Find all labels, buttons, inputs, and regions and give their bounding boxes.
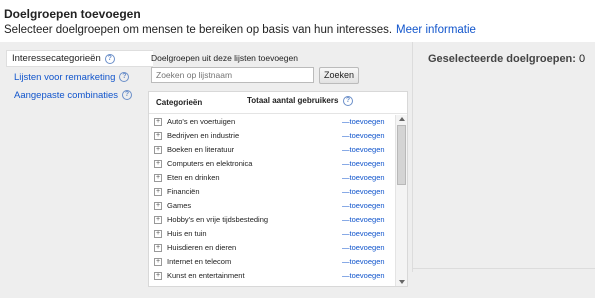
expand-icon[interactable]: + [154,230,162,238]
add-link[interactable]: —toevoegen [342,201,385,210]
category-label: Auto's en voertuigen [167,117,236,126]
page-title: Doelgroepen toevoegen [4,7,141,21]
expand-icon[interactable]: + [154,118,162,126]
expand-icon[interactable]: + [154,244,162,252]
more-info-link[interactable]: Meer informatie [396,24,476,36]
expand-icon[interactable]: + [154,146,162,154]
category-label: Computers en elektronica [167,159,253,168]
column-header-total-users: Totaal aantal gebruikers [247,96,339,105]
list-header: Categorieën Totaal aantal gebruikers ? [149,92,407,114]
list-item: + Computers en elektronica —toevoegen [149,157,395,171]
list-item: + Bedrijven en industrie —toevoegen [149,129,395,143]
category-label: Kunst en entertainment [167,271,245,280]
category-list-panel: Categorieën Totaal aantal gebruikers ? +… [148,91,408,287]
header: Doelgroepen toevoegen Selecteer doelgroe… [0,0,595,42]
nav-item-remarketing-lists[interactable]: Lijsten voor remarketing ? [6,69,152,85]
subtitle-text: Selecteer doelgroepen om mensen te berei… [4,24,393,36]
expand-icon[interactable]: + [154,216,162,224]
add-link[interactable]: —toevoegen [342,257,385,266]
category-label: Games [167,201,192,210]
category-label: Eten en drinken [167,173,220,182]
add-link[interactable]: —toevoegen [342,243,385,252]
add-link[interactable]: —toevoegen [342,117,385,126]
category-label: Hobby's en vrije tijdsbesteding [167,215,269,224]
expand-icon[interactable]: + [154,258,162,266]
help-icon[interactable]: ? [122,90,133,100]
search-input[interactable] [151,67,314,83]
list-item: + Games —toevoegen [149,199,395,213]
expand-icon[interactable]: + [154,160,162,168]
add-link[interactable]: —toevoegen [342,215,385,224]
list-item: + Huis en tuin —toevoegen [149,227,395,241]
search-button[interactable]: Zoeken [319,67,359,84]
category-label: Boeken en literatuur [167,145,235,154]
section-divider [412,268,595,269]
category-label: Huis en tuin [167,229,207,238]
category-label: Financiën [167,187,200,196]
add-link[interactable]: —toevoegen [342,271,385,280]
expand-icon[interactable]: + [154,132,162,140]
scrollbar-thumb[interactable] [397,125,406,185]
expand-icon[interactable]: + [154,272,162,280]
scroll-up-icon[interactable] [399,117,405,121]
nav-item-custom-combinations[interactable]: Aangepaste combinaties ? [6,87,152,103]
list-scrollbar[interactable] [395,115,407,286]
expand-icon[interactable]: + [154,174,162,182]
list-item: + Eten en drinken —toevoegen [149,171,395,185]
nav-item-label: Interessecategorieën [12,53,101,64]
scroll-down-icon[interactable] [399,280,405,284]
help-icon[interactable]: ? [104,53,115,64]
list-item: + Financiën —toevoegen [149,185,395,199]
expand-icon[interactable]: + [154,188,162,196]
nav-item-label: Lijsten voor remarketing [14,71,116,83]
category-nav: Interessecategorieën ? Lijsten voor rema… [6,50,153,105]
category-label: Internet en telecom [167,257,232,266]
list-item: + Internet en telecom —toevoegen [149,255,395,269]
expand-icon[interactable]: + [154,202,162,210]
add-link[interactable]: —toevoegen [342,187,385,196]
list-item: + Auto's en voertuigen —toevoegen [149,115,395,129]
panel-label: Doelgroepen uit deze lijsten toevoegen [151,53,298,63]
add-link[interactable]: —toevoegen [342,131,385,140]
help-icon[interactable]: ? [119,72,130,82]
selected-audiences-heading: Geselecteerde doelgroepen: 0 [428,53,585,65]
selected-audiences-count: 0 [579,53,586,65]
help-icon[interactable]: ? [343,96,353,106]
list-item: + Huisdieren en dieren —toevoegen [149,241,395,255]
column-header-categories: Categorieën [156,98,203,107]
column-divider [412,42,413,272]
category-label: Bedrijven en industrie [167,131,240,140]
nav-item-label: Aangepaste combinaties [14,89,119,101]
add-link[interactable]: —toevoegen [342,229,385,238]
nav-item-interest-categories[interactable]: Interessecategorieën ? [6,50,153,67]
list-item: + Boeken en literatuur —toevoegen [149,143,395,157]
page-subtitle: Selecteer doelgroepen om mensen te berei… [4,24,476,36]
add-link[interactable]: —toevoegen [342,145,385,154]
category-label: Huisdieren en dieren [167,243,237,252]
category-rows: + Auto's en voertuigen —toevoegen + Bedrijv… [149,115,395,283]
selected-audiences-label: Geselecteerde doelgroepen: [428,53,576,65]
list-item: + Hobby's en vrije tijdsbesteding —toevoeg… [149,213,395,227]
add-link[interactable]: —toevoegen [342,159,385,168]
list-item: + Kunst en entertainment —toevoegen [149,269,395,283]
add-link[interactable]: —toevoegen [342,173,385,182]
